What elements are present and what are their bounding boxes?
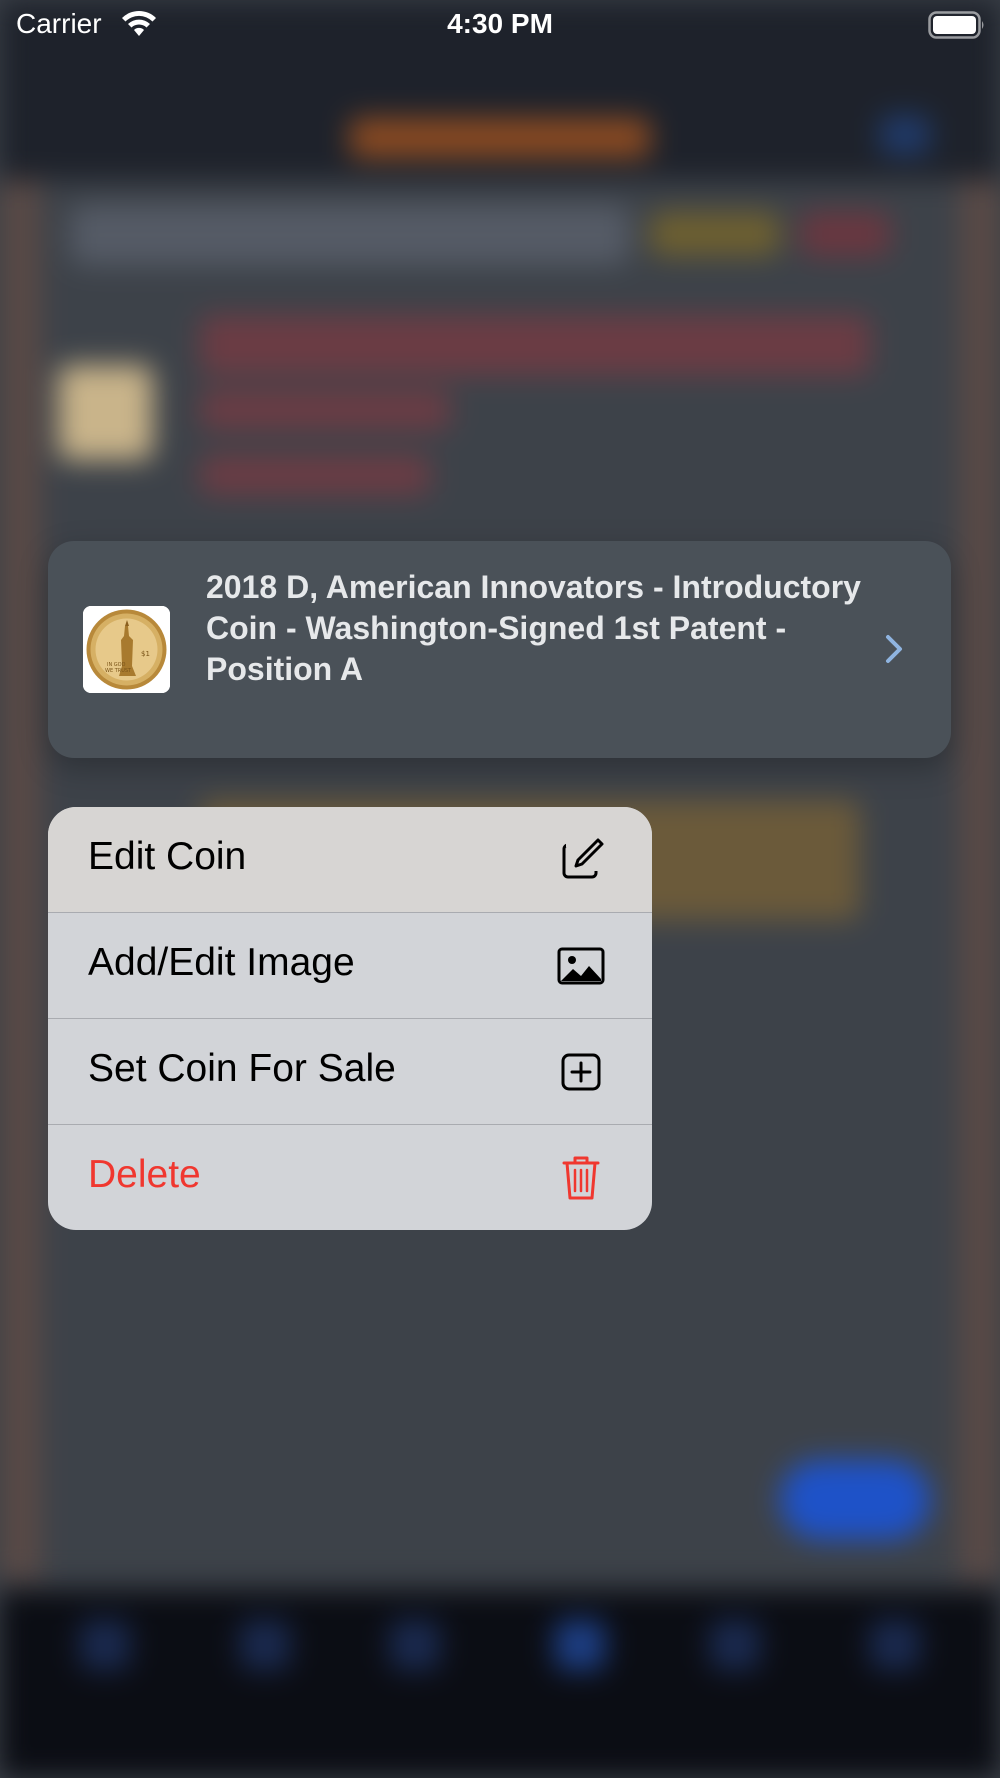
chevron-right-icon bbox=[883, 631, 907, 667]
set-coin-for-sale-menu-item[interactable]: Set Coin For Sale bbox=[48, 1019, 652, 1125]
delete-menu-item[interactable]: Delete bbox=[48, 1125, 652, 1230]
battery-full-icon bbox=[928, 11, 986, 39]
status-bar: Carrier 4:30 PM bbox=[0, 0, 1000, 50]
menu-item-label: Add/Edit Image bbox=[88, 941, 355, 984]
menu-item-label: Set Coin For Sale bbox=[88, 1047, 396, 1090]
menu-item-label: Delete bbox=[88, 1153, 201, 1196]
coin-preview-card[interactable]: IN GOD WE TRUST $1 2018 D, American Inno… bbox=[48, 541, 951, 758]
plus-square-icon bbox=[556, 1048, 606, 1096]
coin-title: 2018 D, American Innovators - Introducto… bbox=[206, 569, 861, 687]
context-menu: Edit Coin Add/Edit Image Set Coin For Sa… bbox=[48, 807, 652, 1230]
coin-thumbnail: IN GOD WE TRUST $1 bbox=[83, 606, 170, 693]
add-edit-image-menu-item[interactable]: Add/Edit Image bbox=[48, 913, 652, 1019]
menu-item-label: Edit Coin bbox=[88, 835, 247, 878]
square-pencil-icon bbox=[556, 836, 606, 884]
svg-text:$1: $1 bbox=[141, 650, 150, 658]
clock: 4:30 PM bbox=[447, 8, 553, 39]
trash-icon bbox=[556, 1154, 606, 1202]
edit-coin-menu-item[interactable]: Edit Coin bbox=[48, 807, 652, 913]
photo-icon bbox=[556, 942, 606, 990]
svg-text:WE TRUST: WE TRUST bbox=[105, 668, 132, 674]
